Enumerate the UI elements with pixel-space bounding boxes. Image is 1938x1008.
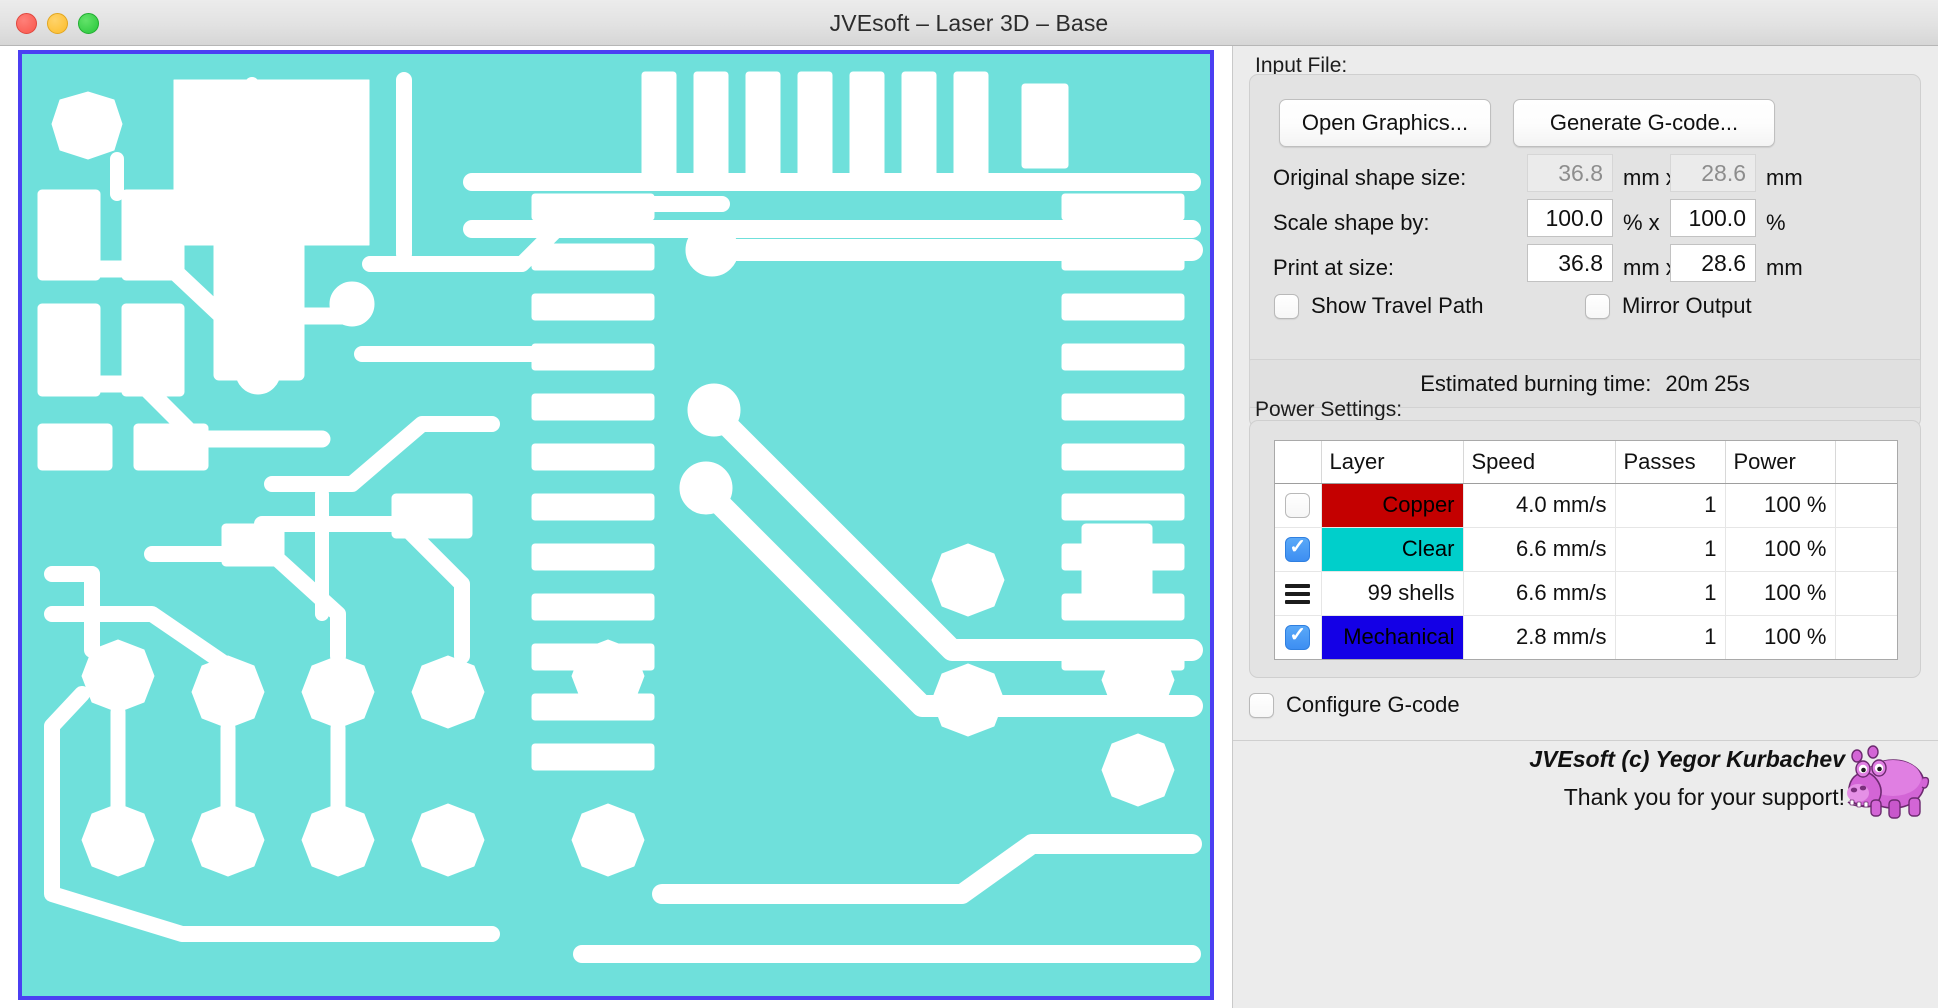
table-row[interactable]: Copper 4.0 mm/s 1 100 %	[1275, 483, 1897, 528]
row-spacer-cell	[1835, 483, 1897, 528]
generate-gcode-button[interactable]: Generate G-code...	[1513, 99, 1775, 147]
original-shape-size-label: Original shape size:	[1273, 165, 1467, 190]
scale-y-input[interactable]: 100.0	[1670, 199, 1756, 237]
estimated-time-label: Estimated burning time:	[1420, 370, 1652, 396]
pcb-preview[interactable]	[18, 50, 1214, 1000]
layer-enable-checkbox[interactable]	[1285, 581, 1311, 606]
mirror-output-checkbox[interactable]	[1585, 294, 1610, 319]
print-height-unit: mm	[1766, 255, 1803, 280]
scale-x-input[interactable]: 100.0	[1527, 199, 1613, 237]
window-title: JVEsoft – Laser 3D – Base	[829, 10, 1109, 36]
column-header-speed[interactable]: Speed	[1463, 441, 1616, 484]
application-window: JVEsoft – Laser 3D – Base Input File: Op…	[0, 0, 1938, 1008]
layer-power-cell[interactable]: 100 %	[1725, 527, 1836, 572]
layer-enable-checkbox[interactable]	[1285, 622, 1311, 651]
column-header-passes[interactable]: Passes	[1615, 441, 1726, 484]
open-graphics-button[interactable]: Open Graphics...	[1279, 99, 1491, 147]
table-header-row: Layer Speed Passes Power	[1275, 441, 1897, 484]
power-settings-table-container[interactable]: Layer Speed Passes Power Copper 4.0 mm/s 1…	[1274, 440, 1898, 660]
row-enable-cell[interactable]	[1275, 615, 1322, 659]
layer-speed-cell[interactable]: 6.6 mm/s	[1463, 527, 1616, 572]
scale-y-unit: %	[1766, 210, 1786, 235]
row-enable-cell[interactable]	[1275, 571, 1322, 616]
scale-x-unit: % x	[1623, 210, 1660, 235]
row-spacer-cell	[1835, 527, 1897, 572]
column-header-spacer	[1835, 441, 1897, 484]
power-settings-label: Power Settings:	[1255, 398, 1403, 421]
column-header-power[interactable]: Power	[1725, 441, 1836, 484]
hippo-mascot-icon	[1847, 745, 1930, 819]
layer-enable-checkbox[interactable]	[1285, 493, 1311, 519]
show-travel-path-label: Show Travel Path	[1311, 293, 1484, 318]
row-spacer-cell	[1835, 571, 1897, 616]
layer-passes-cell[interactable]: 1	[1615, 527, 1726, 572]
print-width-input[interactable]: 36.8	[1527, 244, 1613, 282]
layer-name-cell[interactable]: Copper	[1321, 483, 1464, 528]
layer-passes-cell[interactable]: 1	[1615, 615, 1726, 659]
copyright-text: JVEsoft (c) Yegor Kurbachev	[1529, 746, 1845, 772]
layer-name-cell[interactable]: Mechanical	[1321, 615, 1464, 659]
layer-speed-cell[interactable]: 4.0 mm/s	[1463, 483, 1616, 528]
table-row[interactable]: 99 shells 6.6 mm/s 1 100 %	[1275, 571, 1897, 616]
layer-enable-checkbox[interactable]	[1285, 534, 1311, 563]
thanks-text: Thank you for your support!	[1563, 784, 1845, 810]
scale-shape-label: Scale shape by:	[1273, 210, 1430, 235]
layer-name-cell[interactable]: Clear	[1321, 527, 1464, 572]
layer-passes-cell[interactable]: 1	[1615, 483, 1726, 528]
table-row[interactable]: Mechanical2.8 mm/s1100 %	[1275, 615, 1897, 659]
layer-power-cell[interactable]: 100 %	[1725, 571, 1836, 616]
print-at-size-label: Print at size:	[1273, 255, 1395, 280]
footer-divider	[1233, 740, 1938, 741]
layer-speed-cell[interactable]: 6.6 mm/s	[1463, 571, 1616, 616]
layer-power-cell[interactable]: 100 %	[1725, 615, 1836, 659]
layer-passes-cell[interactable]: 1	[1615, 571, 1726, 616]
print-width-unit: mm x	[1623, 255, 1677, 280]
estimated-time-value: 20m 25s	[1665, 370, 1750, 396]
column-header-checkbox	[1275, 441, 1322, 484]
pcb-artwork	[22, 54, 1210, 996]
layer-name-cell[interactable]: 99 shells	[1321, 571, 1464, 616]
canvas-area	[0, 46, 1232, 1008]
table-row[interactable]: Clear6.6 mm/s1100 %	[1275, 527, 1897, 572]
original-height-field: 28.6	[1670, 154, 1756, 192]
settings-panel: Input File: Open Graphics... Generate G-…	[1232, 46, 1938, 1008]
original-height-unit: mm	[1766, 165, 1803, 190]
mirror-output-label: Mirror Output	[1622, 293, 1752, 318]
layer-speed-cell[interactable]: 2.8 mm/s	[1463, 615, 1616, 659]
power-settings-table: Layer Speed Passes Power Copper 4.0 mm/s 1…	[1275, 441, 1897, 659]
row-enable-cell[interactable]	[1275, 483, 1322, 528]
configure-gcode-checkbox[interactable]	[1249, 693, 1274, 718]
column-header-layer[interactable]: Layer	[1321, 441, 1464, 484]
power-settings-body: Copper4.0 mm/s1100 %Clear6.6 mm/s1100 %9…	[1275, 483, 1897, 659]
print-height-input[interactable]: 28.6	[1670, 244, 1756, 282]
title-bar: JVEsoft – Laser 3D – Base	[0, 0, 1938, 46]
configure-gcode-label: Configure G-code	[1286, 692, 1460, 717]
row-spacer-cell	[1835, 615, 1897, 659]
layer-power-cell[interactable]: 100 %	[1725, 483, 1836, 528]
original-width-unit: mm x	[1623, 165, 1677, 190]
show-travel-path-checkbox[interactable]	[1274, 294, 1299, 319]
row-enable-cell[interactable]	[1275, 527, 1322, 572]
original-width-field: 36.8	[1527, 154, 1613, 192]
